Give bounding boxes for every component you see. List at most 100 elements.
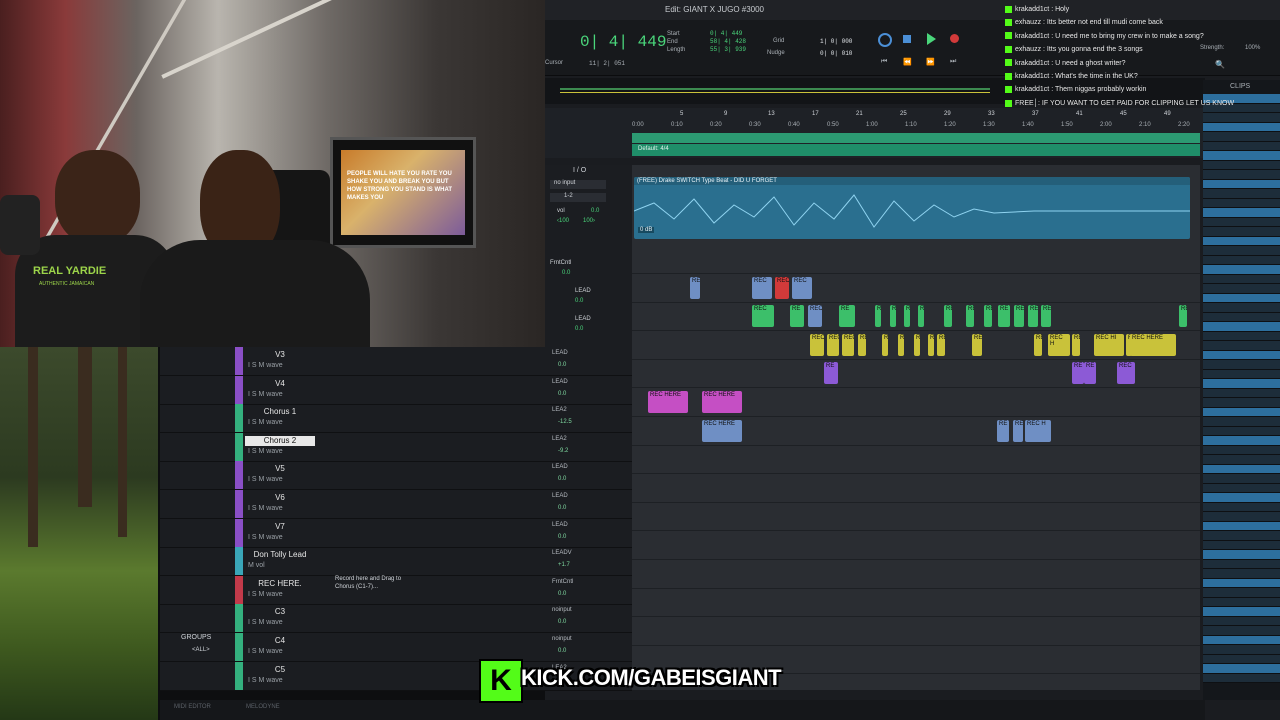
clip-list-item[interactable]: [1203, 246, 1280, 256]
tab-midi-editor[interactable]: MIDI EDITOR: [174, 704, 211, 710]
track-lane[interactable]: [632, 474, 1200, 503]
clip-list-item[interactable]: [1203, 407, 1280, 417]
input-selector[interactable]: no input: [550, 180, 606, 189]
audio-clip[interactable]: REC: [1117, 362, 1135, 385]
clip-list-item[interactable]: [1203, 512, 1280, 522]
audio-clip[interactable]: REC H: [1048, 333, 1070, 356]
audio-clip[interactable]: REC: [752, 305, 774, 328]
track-insert[interactable]: LEAD: [552, 350, 568, 356]
clip-list-item[interactable]: [1203, 426, 1280, 436]
audio-clip[interactable]: REC: [752, 276, 772, 299]
track-row[interactable]: V4 I S M wave LEAD 0.0: [160, 375, 632, 405]
track-row[interactable]: V7 I S M wave LEAD 0.0: [160, 518, 632, 548]
loop-button[interactable]: [878, 33, 892, 47]
clip-list-item[interactable]: [1203, 274, 1280, 284]
clip-list-item[interactable]: [1203, 255, 1280, 265]
track-lane[interactable]: [632, 531, 1200, 560]
audio-clip[interactable]: RE: [890, 305, 896, 328]
track-row[interactable]: V5 I S M wave LEAD 0.0: [160, 461, 632, 491]
groups-all[interactable]: <ALL>: [192, 647, 210, 653]
pan-right[interactable]: 100›: [583, 218, 595, 224]
track-lane[interactable]: [632, 588, 1200, 618]
track-volume[interactable]: -9.2: [558, 448, 568, 454]
clip-list-item[interactable]: [1203, 141, 1280, 151]
track-row[interactable]: Chorus 1 I S M wave LEA2 -12.5: [160, 404, 632, 434]
track-lane[interactable]: [632, 502, 1200, 532]
audio-clip[interactable]: RE: [904, 305, 910, 328]
track-lane[interactable]: [632, 359, 1200, 389]
clip-list-item[interactable]: [1203, 483, 1280, 493]
audio-clip[interactable]: RE: [1084, 362, 1096, 385]
clip-list-item[interactable]: [1203, 360, 1280, 370]
clip-list-item[interactable]: [1203, 189, 1280, 199]
track-name[interactable]: Chorus 2: [245, 435, 315, 446]
audio-clip[interactable]: RE: [898, 333, 904, 356]
clip-list-item[interactable]: [1203, 179, 1280, 189]
output-selector[interactable]: 1-2: [550, 193, 606, 202]
clip-list-item[interactable]: [1203, 569, 1280, 579]
clip-list-item[interactable]: [1203, 208, 1280, 218]
track-lane[interactable]: [632, 245, 1200, 274]
timeline-ruler[interactable]: 5 9 13 17 21 25 29 33 37 41 45 49 0:00 0:10 0:20 0:30 0…: [545, 108, 1205, 158]
clip-list-item[interactable]: [1203, 493, 1280, 503]
clip-list-item[interactable]: [1203, 597, 1280, 607]
clip-list-item[interactable]: [1203, 531, 1280, 541]
audio-clip[interactable]: RE: [1179, 305, 1187, 328]
audio-clip[interactable]: RE: [1013, 419, 1023, 442]
track-controls[interactable]: I S M wave: [248, 677, 283, 684]
audio-clip[interactable]: RE: [882, 333, 888, 356]
tab-melodyne[interactable]: MELODYNE: [246, 704, 280, 710]
track-name[interactable]: Chorus 1: [245, 407, 315, 417]
clip-list-item[interactable]: [1203, 445, 1280, 455]
clip-list-item[interactable]: [1203, 132, 1280, 142]
track-name[interactable]: C5: [245, 665, 315, 675]
track-controls[interactable]: I S M wave: [248, 362, 283, 369]
track-name[interactable]: REC HERE.: [245, 579, 315, 589]
audio-clip[interactable]: RE: [1072, 333, 1080, 356]
track-lane[interactable]: [632, 617, 1200, 646]
clip-list-item[interactable]: [1203, 151, 1280, 161]
track-volume[interactable]: 0.0: [558, 591, 566, 597]
clip-list-item[interactable]: [1203, 673, 1280, 683]
audio-clip[interactable]: REC: [792, 276, 812, 299]
track-lane[interactable]: [632, 274, 1200, 303]
track-volume[interactable]: 0.0: [558, 476, 566, 482]
audio-clip[interactable]: RE: [875, 305, 881, 328]
track-controls[interactable]: I S M wave: [248, 448, 283, 455]
track-name[interactable]: Don Tolly Lead: [245, 550, 315, 560]
clip-list-item[interactable]: [1203, 350, 1280, 360]
track-name[interactable]: V4: [245, 379, 315, 389]
audio-clip[interactable]: RE: [1034, 333, 1042, 356]
clip-list-item[interactable]: [1203, 293, 1280, 303]
audio-clip[interactable]: RE: [858, 333, 866, 356]
audio-clip[interactable]: REC HI: [1094, 333, 1124, 356]
clip-list-item[interactable]: [1203, 607, 1280, 617]
clip-list-item[interactable]: [1203, 227, 1280, 237]
clip-list-item[interactable]: [1203, 341, 1280, 351]
start-value[interactable]: 0| 4| 449: [710, 30, 746, 38]
audio-clip[interactable]: RE: [1014, 305, 1024, 328]
track-controls[interactable]: I S M wave: [248, 419, 283, 426]
audio-clip[interactable]: RE: [1041, 305, 1051, 328]
rewind-icon[interactable]: ⏪: [903, 58, 912, 66]
audio-clip[interactable]: RE: [997, 419, 1009, 442]
vol-value[interactable]: 0.0: [591, 208, 599, 214]
track-volume[interactable]: 0.0: [558, 619, 566, 625]
audio-clip[interactable]: REC: [808, 305, 822, 328]
track-controls[interactable]: I S M wave: [248, 591, 283, 598]
track-row[interactable]: Chorus 2 I S M wave LEA2 -9.2: [160, 432, 632, 462]
track-insert[interactable]: noinput: [552, 636, 572, 642]
upper-io-2-label[interactable]: LEAD: [575, 316, 591, 322]
audio-clip[interactable]: RE: [1028, 305, 1038, 328]
upper-io-1-label[interactable]: LEAD: [575, 288, 591, 294]
track-name[interactable]: V6: [245, 493, 315, 503]
track-name[interactable]: C4: [245, 636, 315, 646]
audio-clip[interactable]: RE: [998, 305, 1010, 328]
track-controls[interactable]: I S M wave: [248, 534, 283, 541]
clip-list-item[interactable]: [1203, 550, 1280, 560]
rewind-to-start-icon[interactable]: ⏮: [881, 58, 887, 66]
upper-io-1-vol[interactable]: 0.0: [575, 298, 591, 304]
upper-io-0-vol[interactable]: 0.0: [562, 270, 571, 276]
track-controls[interactable]: I S M wave: [248, 476, 283, 483]
track-lane[interactable]: [632, 445, 1200, 475]
